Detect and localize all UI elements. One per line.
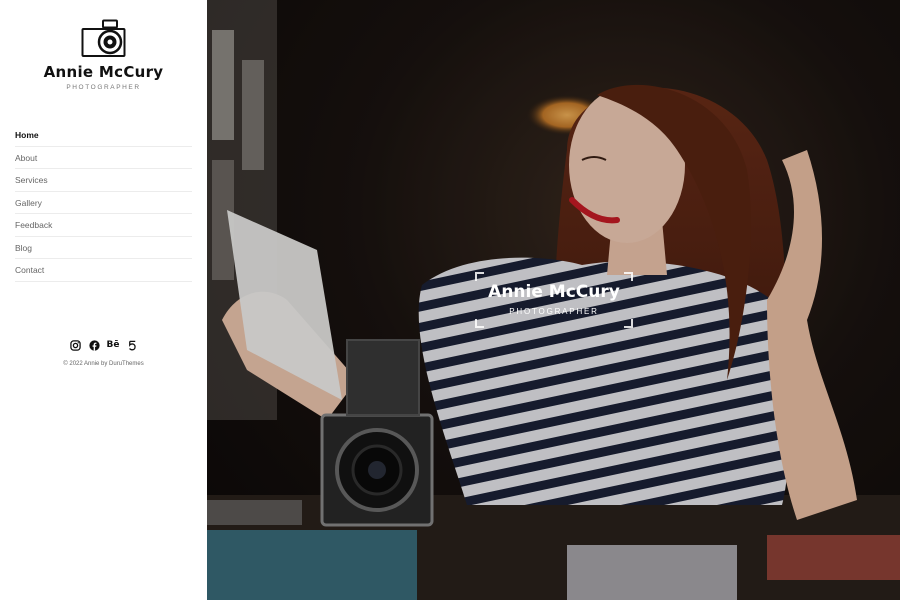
hero-subtitle: PHOTOGRAPHER	[509, 307, 599, 316]
hero-title: Annie McCury	[488, 282, 620, 302]
hero-heading: Annie McCury PHOTOGRAPHER	[475, 272, 633, 328]
camera-icon	[81, 19, 125, 57]
brand-subtitle: PHOTOGRAPHER	[66, 84, 141, 91]
nav-item-contact[interactable]: Contact	[15, 259, 192, 282]
logo[interactable]: Annie McCury PHOTOGRAPHER	[0, 18, 207, 91]
main-nav: Home About Services Gallery Feedback Blo…	[15, 124, 192, 282]
hero-section: Annie McCury PHOTOGRAPHER	[207, 0, 900, 600]
frame-corner	[475, 272, 484, 281]
behance-icon[interactable]: Bē	[107, 340, 120, 351]
social-links: Bē	[0, 340, 207, 351]
nav-item-home[interactable]: Home	[15, 124, 192, 147]
sidebar: Annie McCury PHOTOGRAPHER Home About Ser…	[0, 0, 207, 600]
nav-item-services[interactable]: Services	[15, 169, 192, 192]
nav-item-blog[interactable]: Blog	[15, 237, 192, 259]
nav-item-about[interactable]: About	[15, 147, 192, 169]
frame-corner	[624, 319, 633, 328]
instagram-icon[interactable]	[69, 340, 81, 351]
fivehundredpx-icon[interactable]	[127, 340, 138, 351]
copyright-text: © 2022 Annie by DuruThemes	[63, 361, 144, 367]
frame-corner	[624, 272, 633, 281]
frame-corner	[475, 319, 484, 328]
facebook-icon[interactable]	[88, 340, 100, 351]
nav-item-feedback[interactable]: Feedback	[15, 214, 192, 237]
brand-name: Annie McCury	[43, 63, 164, 81]
nav-item-gallery[interactable]: Gallery	[15, 192, 192, 214]
